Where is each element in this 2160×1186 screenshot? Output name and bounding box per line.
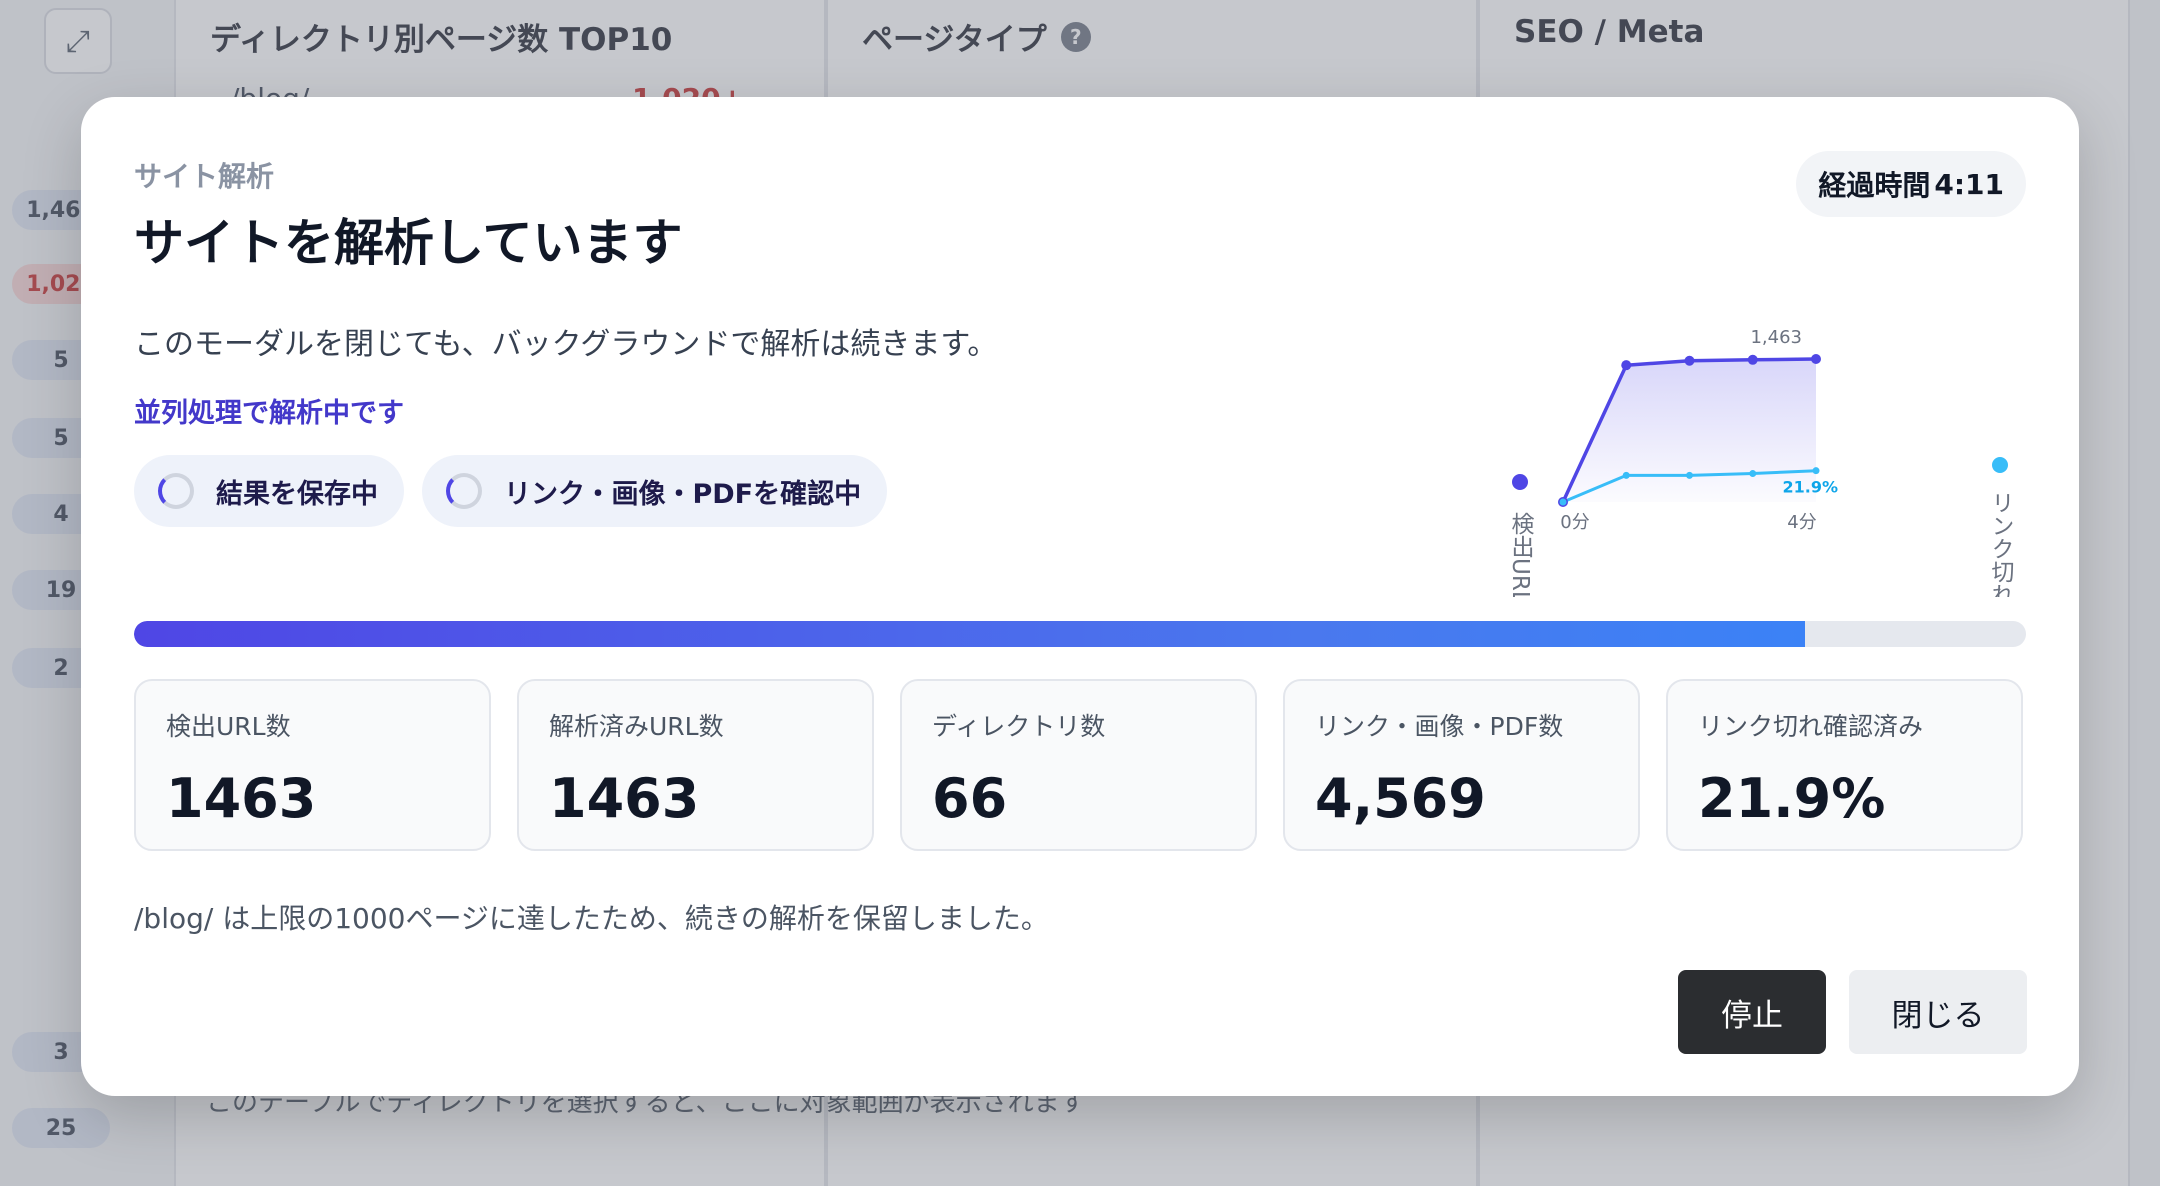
legend-label-urls: 検出URL数 (1507, 512, 1535, 597)
data-point-urls (1811, 354, 1821, 364)
limit-notice: /blog/ は上限の1000ページに達したため、続きの解析を保留しました。 (134, 902, 1049, 935)
modal-title: サイトを解析しています (134, 214, 683, 272)
stat-label: ディレクトリ数 (932, 712, 1106, 741)
data-point-urls (1684, 355, 1695, 366)
task-chip-label: リンク・画像・PDFを確認中 (504, 478, 862, 510)
stat-value: 21.9% (1698, 767, 1886, 830)
elapsed-value: 4:11 (1934, 167, 2004, 201)
data-point-broken-links (1559, 498, 1567, 506)
elapsed-label: 経過時間 (1818, 169, 1931, 202)
task-chip-saving: 結果を保存中 (134, 455, 404, 527)
spinner-icon (446, 473, 482, 509)
parallel-processing-note: 並列処理で解析中です (134, 398, 404, 429)
stat-value: 4,569 (1315, 767, 1486, 830)
progress-bar-fill (134, 621, 1805, 647)
x-tick-label: 4分 (1787, 512, 1816, 533)
stat-card-detected-urls: 検出URL数 1463 (134, 679, 491, 851)
stats-cards: 検出URL数 1463 解析済みURL数 1463 ディレクトリ数 66 リンク… (134, 679, 2023, 851)
stat-card-analyzed-urls: 解析済みURL数 1463 (517, 679, 874, 851)
end-value-urls: 1,463 (1750, 327, 1802, 348)
stat-label: 解析済みURL数 (549, 712, 724, 741)
data-point-broken-links (1622, 471, 1630, 479)
stop-button[interactable]: 停止 (1678, 970, 1826, 1054)
data-point-urls (1747, 354, 1758, 365)
data-point-broken-links (1812, 467, 1820, 475)
legend-dot-urls (1512, 474, 1528, 490)
data-point-broken-links (1749, 470, 1757, 478)
stat-label: 検出URL数 (166, 712, 291, 741)
stat-value: 1463 (549, 767, 700, 830)
task-chip-label: 結果を保存中 (216, 478, 378, 510)
modal-description: このモーダルを閉じても、バックグラウンドで解析は続きます。 (134, 327, 998, 362)
end-value-broken-links: 21.9% (1782, 478, 1838, 497)
stat-label: リンク切れ確認済み (1698, 712, 1924, 741)
progress-chart: 検出URL数 リンク切れ確認 1,463 21.9% 0分 4分 (1507, 327, 2015, 597)
stat-value: 66 (932, 767, 1008, 830)
close-button[interactable]: 閉じる (1849, 970, 2027, 1054)
elapsed-time-badge: 経過時間 4:11 (1796, 151, 2026, 217)
task-chips: 結果を保存中 リンク・画像・PDFを確認中 (134, 455, 888, 527)
data-point-urls (1621, 360, 1632, 371)
legend-label-broken-links: リンク切れ確認 (1987, 491, 2015, 597)
series-area-urls (1563, 359, 1816, 502)
task-chip-link-check: リンク・画像・PDFを確認中 (422, 455, 888, 527)
stat-label: リンク・画像・PDF数 (1315, 712, 1564, 741)
stat-card-broken-links-checked: リンク切れ確認済み 21.9% (1666, 679, 2023, 851)
data-point-broken-links (1686, 471, 1693, 479)
site-analysis-modal: サイト解析 サイトを解析しています 経過時間 4:11 このモーダルを閉じても、… (81, 97, 2079, 1096)
x-tick-label: 0分 (1560, 512, 1589, 533)
spinner-icon (158, 473, 194, 509)
progress-bar (134, 621, 2026, 647)
stat-value: 1463 (166, 767, 317, 830)
stat-card-directories: ディレクトリ数 66 (900, 679, 1257, 851)
legend-dot-broken-links (1992, 457, 2008, 473)
modal-eyebrow: サイト解析 (134, 160, 275, 193)
stat-card-links-images-pdfs: リンク・画像・PDF数 4,569 (1283, 679, 1640, 851)
